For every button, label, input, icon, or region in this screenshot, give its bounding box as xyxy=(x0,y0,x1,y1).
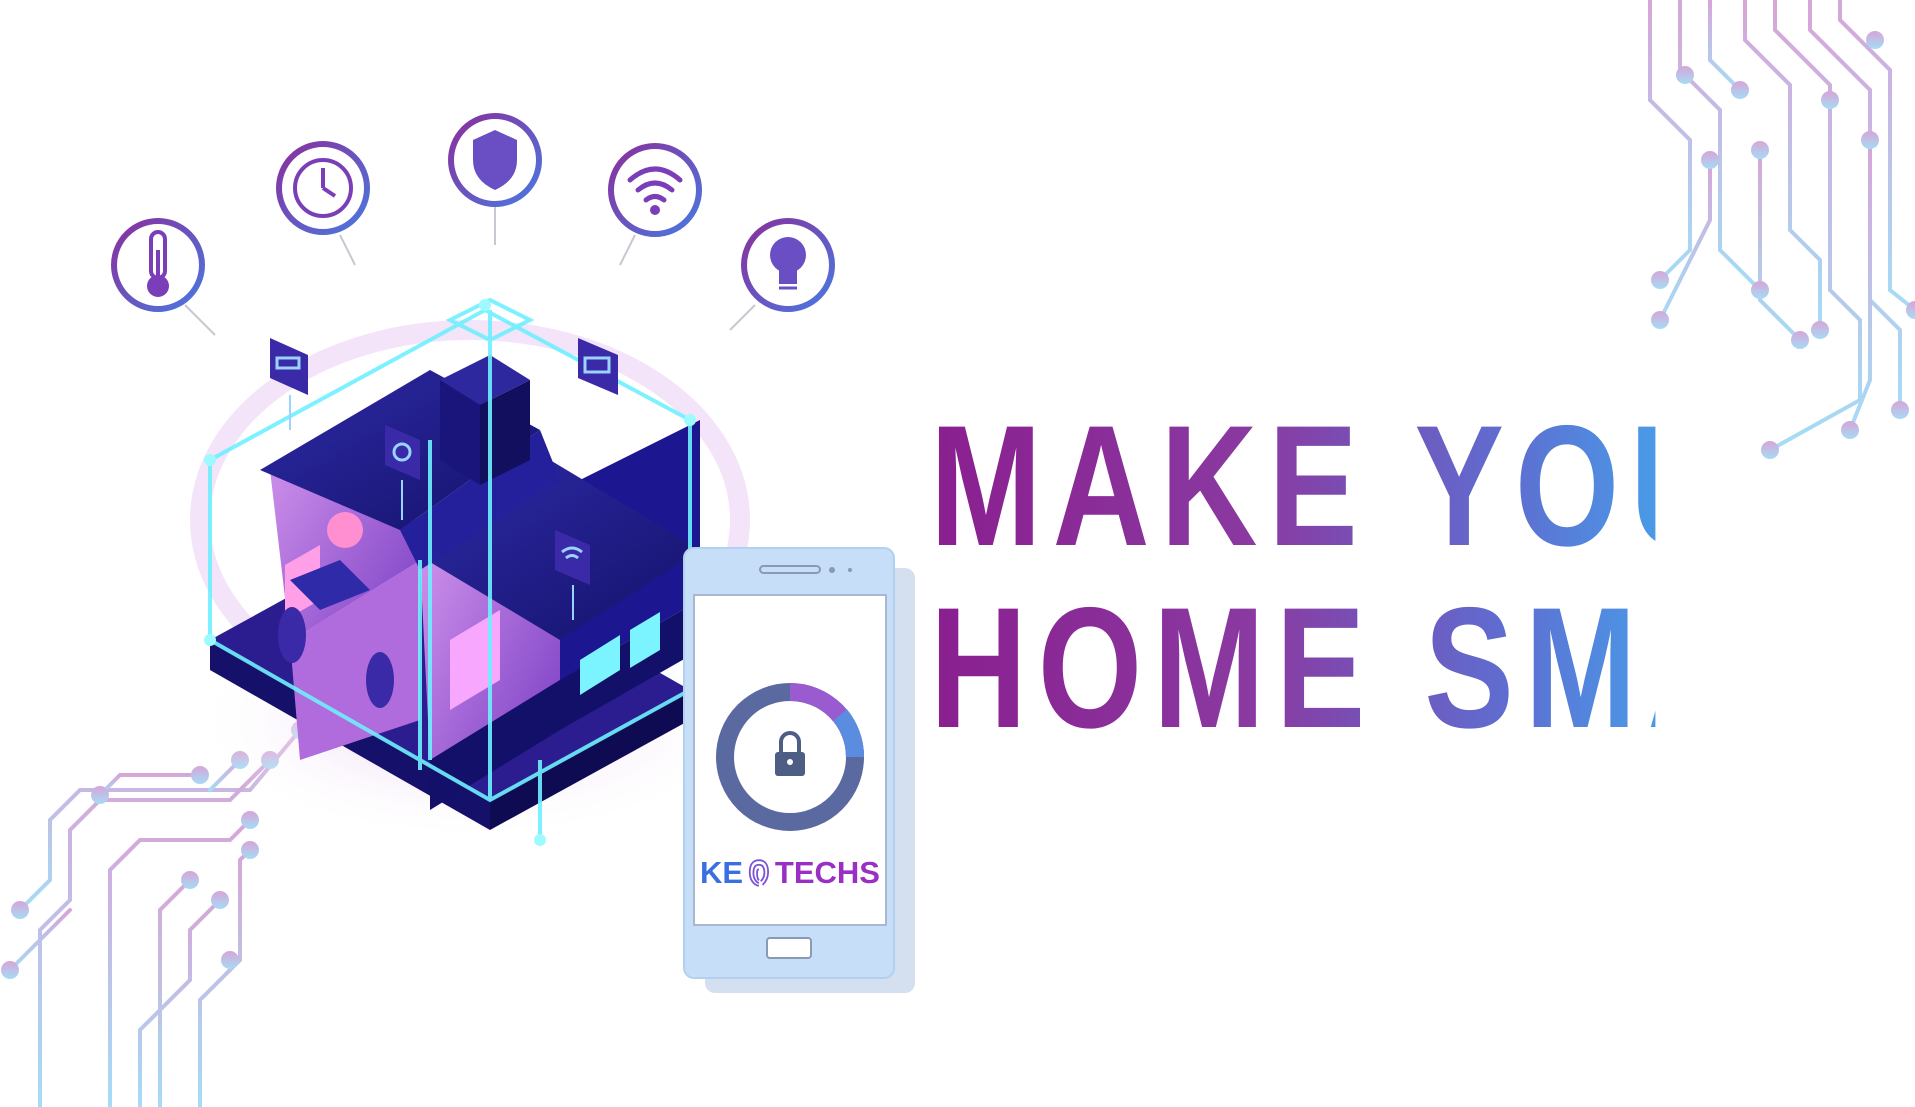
headline-line-2: HOME SMART xyxy=(930,572,1915,764)
headline: MAKE YOUR HOME SMART xyxy=(930,395,1655,759)
clock-icon xyxy=(276,141,370,235)
lightbulb-icon xyxy=(741,218,835,312)
thermometer-icon xyxy=(111,218,205,312)
fingerprint-icon xyxy=(748,859,770,887)
shield-icon xyxy=(448,113,542,207)
headline-line-1: MAKE YOUR xyxy=(930,390,1846,582)
brand-part-techs: TECHS xyxy=(774,855,880,890)
wifi-icon xyxy=(608,143,702,237)
battery-icon xyxy=(578,338,618,395)
brand-part-ke: KE xyxy=(700,855,744,890)
ketechs-logo: KE TECHS xyxy=(700,855,880,891)
